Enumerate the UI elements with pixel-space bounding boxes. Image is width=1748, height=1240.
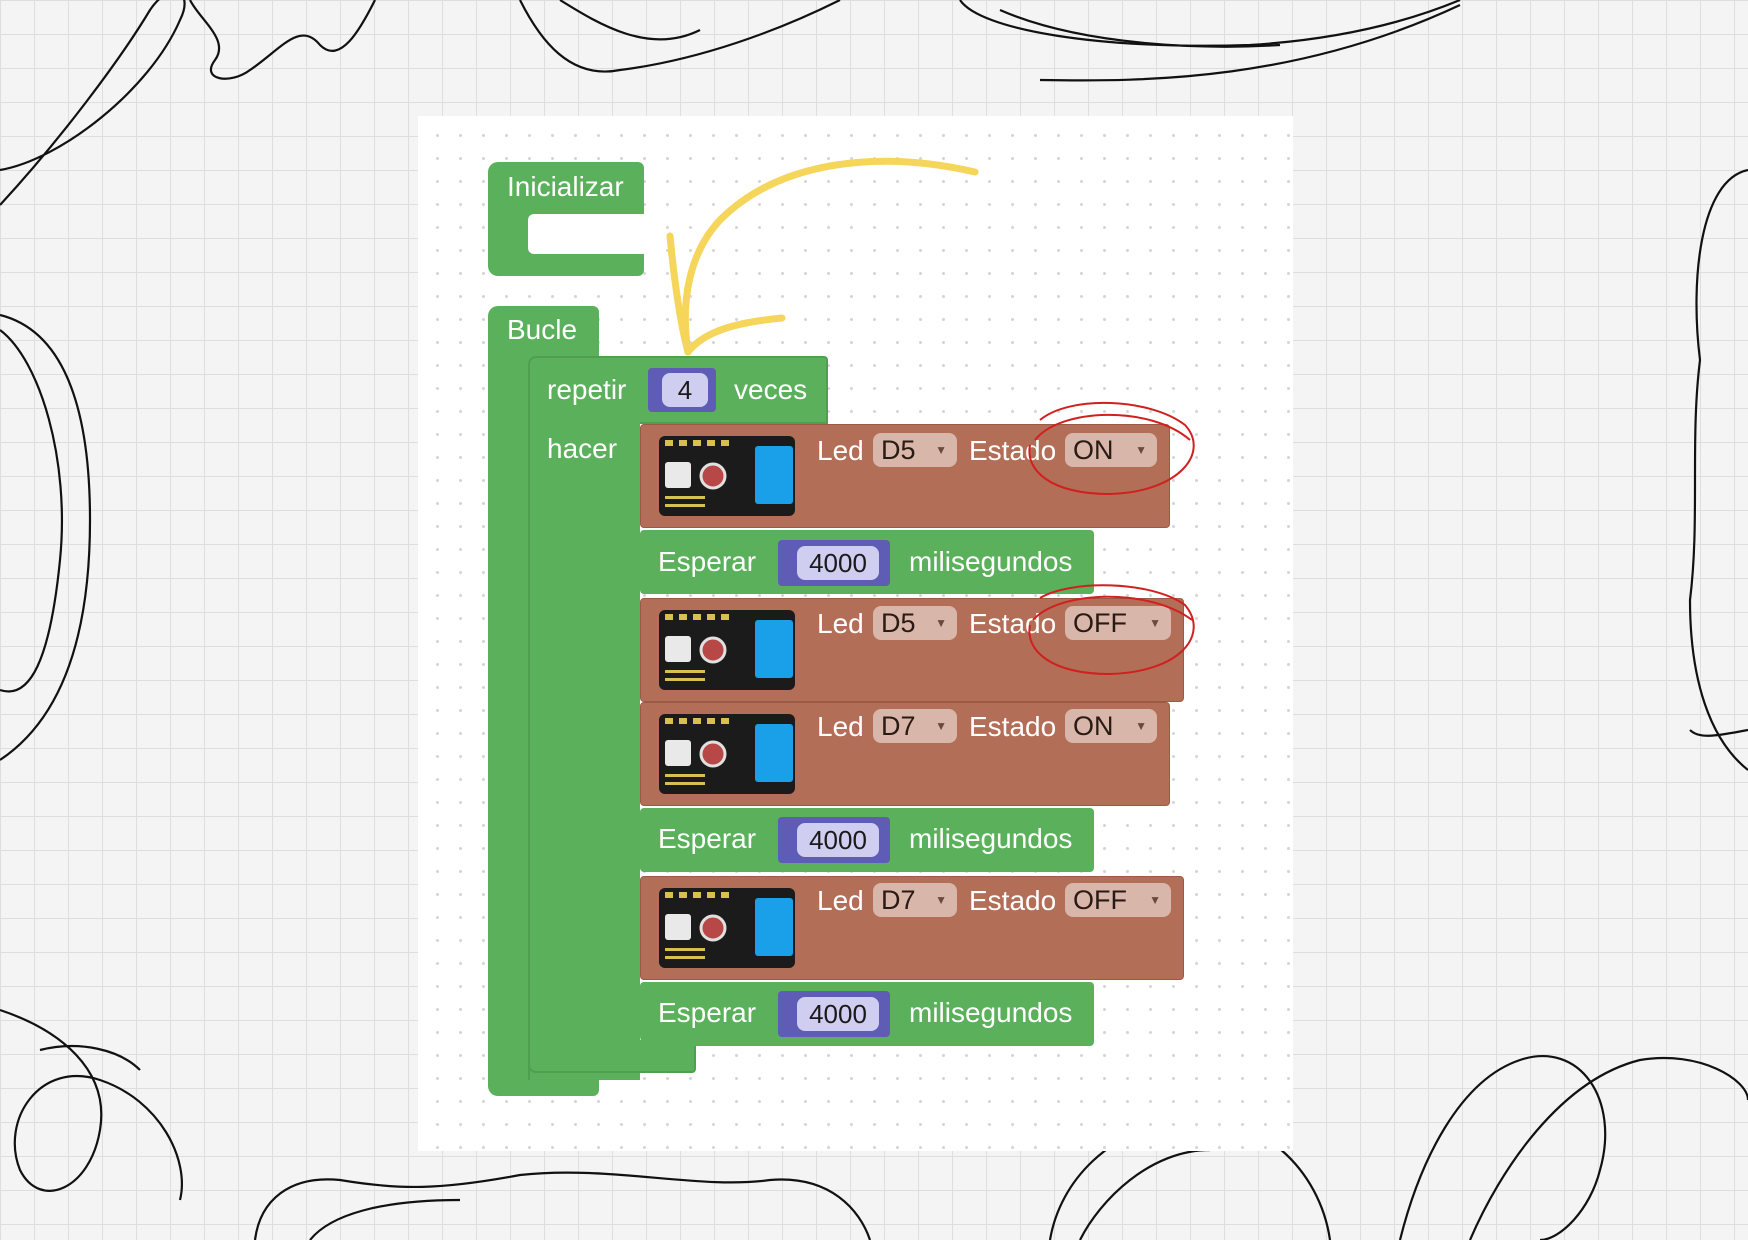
state-value: ON: [1073, 711, 1114, 741]
state-dropdown[interactable]: ON ▼: [1065, 433, 1157, 467]
state-label: Estado: [969, 885, 1057, 916]
wait-unit-label: milisegundos: [909, 997, 1073, 1028]
pin-value: D5: [881, 608, 916, 638]
wait-label: Esperar: [658, 997, 757, 1028]
state-label: Estado: [969, 435, 1057, 466]
state-dropdown[interactable]: ON ▼: [1065, 709, 1157, 743]
led-module-icon: [659, 714, 795, 794]
repeat-times-label: veces: [734, 374, 808, 405]
state-dropdown[interactable]: OFF ▼: [1065, 883, 1171, 917]
pin-value: D7: [881, 711, 916, 741]
led-label: Led: [817, 435, 864, 466]
pin-value: D7: [881, 885, 916, 915]
dropdown-arrow-icon: ▼: [1135, 443, 1147, 457]
dropdown-arrow-icon: ▼: [1149, 893, 1161, 907]
led-label: Led: [817, 711, 864, 742]
repeat-label: repetir: [547, 374, 627, 405]
state-value: OFF: [1073, 885, 1127, 915]
dropdown-arrow-icon: ▼: [935, 719, 947, 733]
loop-label: Bucle: [507, 314, 578, 345]
wait-value-input[interactable]: 4000: [797, 997, 879, 1031]
led-module-icon: [659, 436, 795, 516]
dropdown-arrow-icon: ▼: [1149, 616, 1161, 630]
wait-unit-label: milisegundos: [909, 546, 1073, 577]
repeat-do-label: hacer: [547, 433, 618, 464]
state-label: Estado: [969, 608, 1057, 639]
wait-label: Esperar: [658, 546, 757, 577]
wait-unit-label: milisegundos: [909, 823, 1073, 854]
wait-value-input[interactable]: 4000: [797, 823, 879, 857]
pin-dropdown[interactable]: D7 ▼: [873, 709, 957, 743]
wait-label: Esperar: [658, 823, 757, 854]
wait-value-input[interactable]: 4000: [797, 546, 879, 580]
dropdown-arrow-icon: ▼: [935, 443, 947, 457]
dropdown-arrow-icon: ▼: [1135, 719, 1147, 733]
led-label: Led: [817, 608, 864, 639]
dropdown-arrow-icon: ▼: [935, 616, 947, 630]
led-label: Led: [817, 885, 864, 916]
state-value: ON: [1073, 435, 1114, 465]
led-module-icon: [659, 610, 795, 690]
state-dropdown[interactable]: OFF ▼: [1065, 606, 1171, 640]
repeat-count-input[interactable]: 4: [662, 373, 708, 407]
state-value: OFF: [1073, 608, 1127, 638]
dropdown-arrow-icon: ▼: [935, 893, 947, 907]
pin-dropdown[interactable]: D5 ▼: [873, 606, 957, 640]
pin-dropdown[interactable]: D7 ▼: [873, 883, 957, 917]
repeat-body-rail: [528, 420, 640, 1080]
led-module-icon: [659, 888, 795, 968]
state-label: Estado: [969, 711, 1057, 742]
init-label: Inicializar: [507, 171, 624, 202]
pin-value: D5: [881, 435, 916, 465]
pin-dropdown[interactable]: D5 ▼: [873, 433, 957, 467]
init-slot: [528, 214, 646, 254]
